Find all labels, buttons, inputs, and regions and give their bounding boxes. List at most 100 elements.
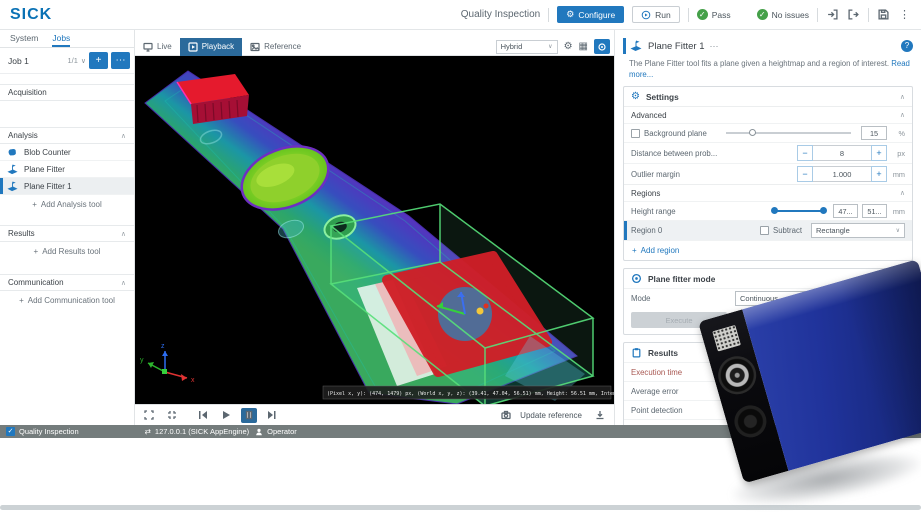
- layout-grid-icon[interactable]: ▦: [579, 42, 588, 52]
- camera-icon[interactable]: [498, 408, 514, 423]
- settings-header[interactable]: ⚙ Settings ∧: [624, 87, 912, 106]
- viewer-settings-gear-icon[interactable]: ⚙: [564, 42, 573, 52]
- page: SICK Quality Inspection ⚙ Configure Run …: [0, 0, 921, 517]
- outlier-stepper: − 1.000 +: [797, 166, 887, 182]
- view-orientation-button[interactable]: [594, 39, 610, 54]
- viewer: Live Playback Reference Hybrid ∨ ⚙ ▦: [135, 30, 614, 425]
- regions-header[interactable]: Regions ∧: [624, 184, 912, 201]
- playback-toolbar: Update reference: [135, 404, 614, 425]
- job-chevron-down-icon[interactable]: ∨: [81, 57, 86, 65]
- status-readout-text: (Pixel x, y): (474, 1479) px, (World x, …: [327, 391, 614, 397]
- chevron-up-icon[interactable]: ∧: [900, 189, 905, 197]
- play-button[interactable]: [218, 408, 234, 423]
- plane-fitter-icon: [629, 40, 643, 52]
- increment-button[interactable]: +: [871, 166, 887, 182]
- background-plane-checkbox[interactable]: [631, 129, 640, 138]
- section-communication[interactable]: Communication ∧: [0, 274, 134, 291]
- region-0-row[interactable]: Region 0 Subtract Rectangle ∨: [624, 220, 912, 240]
- increment-button[interactable]: +: [871, 145, 887, 161]
- panel-more-icon[interactable]: ⋯: [710, 41, 719, 52]
- chevron-up-icon[interactable]: ∧: [121, 230, 126, 238]
- decrement-button[interactable]: −: [797, 166, 813, 182]
- add-communication-tool-button[interactable]: + Add Communication tool: [0, 291, 134, 309]
- fit-view-icon[interactable]: [164, 408, 180, 423]
- fullscreen-icon[interactable]: [141, 408, 157, 423]
- display-mode-select[interactable]: Hybrid ∨: [496, 40, 558, 54]
- plus-icon: +: [32, 200, 37, 209]
- sidebar-item-plane-fitter[interactable]: Plane Fitter: [0, 161, 134, 178]
- help-icon[interactable]: ?: [901, 40, 913, 52]
- svg-text:x: x: [191, 377, 195, 384]
- chevron-up-icon[interactable]: ∧: [900, 93, 905, 101]
- divider: [868, 8, 869, 22]
- battery-terminal-icon: [731, 402, 771, 442]
- download-icon[interactable]: [592, 408, 608, 423]
- pause-button[interactable]: [241, 408, 257, 423]
- playback-icon: [188, 42, 198, 52]
- statusbar-user[interactable]: Operator: [267, 427, 297, 436]
- image-icon: [250, 42, 260, 52]
- plane-fitter-icon: [6, 164, 19, 175]
- tab-jobs[interactable]: Jobs: [52, 33, 70, 47]
- background-plane-slider[interactable]: [726, 132, 851, 134]
- decrement-button[interactable]: −: [797, 145, 813, 161]
- svg-text:z: z: [161, 343, 165, 350]
- section-analysis[interactable]: Analysis ∧: [0, 127, 134, 144]
- distance-row: Distance between prob... − 8 + px: [624, 142, 912, 163]
- statusbar-host: 127.0.0.1 (SICK AppEngine): [155, 427, 249, 436]
- tab-live[interactable]: Live: [135, 38, 180, 56]
- add-analysis-tool-button[interactable]: + Add Analysis tool: [0, 195, 134, 213]
- update-reference-button[interactable]: Update reference: [520, 411, 582, 420]
- subtract-checkbox[interactable]: [760, 226, 769, 235]
- advanced-header[interactable]: Advanced ∧: [624, 106, 912, 123]
- battery-product-photo: [640, 240, 921, 517]
- outlier-margin-row: Outlier margin − 1.000 + mm: [624, 163, 912, 184]
- no-issues-check-icon: ✓: [757, 9, 768, 20]
- svg-text:y: y: [140, 357, 144, 364]
- chevron-up-icon[interactable]: ∧: [900, 111, 905, 119]
- section-acquisition[interactable]: Acquisition: [0, 84, 134, 101]
- chevron-up-icon[interactable]: ∧: [121, 279, 126, 287]
- background-plane-value[interactable]: 15: [861, 126, 887, 140]
- run-button[interactable]: Run: [632, 6, 680, 23]
- divider: [688, 8, 689, 22]
- panel-description: The Plane Fitter tool fits a plane given…: [629, 59, 913, 80]
- axis-gizmo: x y z: [140, 343, 195, 384]
- tab-playback[interactable]: Playback: [180, 38, 242, 56]
- skip-to-start-button[interactable]: [195, 408, 211, 423]
- panel-title: Plane Fitter 1: [648, 41, 705, 52]
- sidebar-item-plane-fitter-1[interactable]: Plane Fitter 1: [0, 178, 134, 195]
- step-forward-button[interactable]: [264, 408, 280, 423]
- job-name[interactable]: Job 1: [8, 56, 64, 66]
- distance-value[interactable]: 8: [813, 145, 871, 161]
- section-results[interactable]: Results ∧: [0, 225, 134, 242]
- cursor-readout: (Pixel x, y): (474, 1479) px, (World x, …: [323, 386, 614, 399]
- height-range-max[interactable]: 51...: [862, 204, 887, 218]
- height-range-row: Height range 47... 51... mm: [624, 201, 912, 220]
- region-shape-select[interactable]: Rectangle ∨: [811, 223, 905, 238]
- run-icon: [641, 10, 651, 20]
- outlier-value[interactable]: 1.000: [813, 166, 871, 182]
- kebab-menu-icon[interactable]: ⋮: [898, 8, 911, 21]
- sick-logo: SICK: [10, 6, 52, 24]
- job-selector-row: Job 1 1/1 ∨ + ⋯: [0, 48, 134, 74]
- height-range-slider[interactable]: [773, 210, 825, 212]
- chevron-down-icon: ∨: [896, 227, 900, 234]
- pass-check-icon: ✓: [697, 9, 708, 20]
- plus-icon: +: [34, 247, 39, 256]
- sidebar-item-blob-counter[interactable]: Blob Counter: [0, 144, 134, 161]
- chevron-up-icon[interactable]: ∧: [121, 132, 126, 140]
- sign-in-icon[interactable]: [826, 8, 839, 21]
- background-plane-row: Background plane 15 %: [624, 123, 912, 142]
- save-icon[interactable]: [877, 8, 890, 21]
- tab-reference[interactable]: Reference: [242, 38, 309, 56]
- add-results-tool-button[interactable]: + Add Results tool: [0, 242, 134, 260]
- sign-out-icon[interactable]: [847, 8, 860, 21]
- configure-button[interactable]: ⚙ Configure: [557, 6, 624, 23]
- add-job-button[interactable]: +: [89, 52, 108, 69]
- pointcloud-3d-view[interactable]: x y z (Pixel x, y): (474, 1479) px, (Wor…: [135, 56, 614, 404]
- job-more-button[interactable]: ⋯: [111, 52, 130, 69]
- height-range-min[interactable]: 47...: [833, 204, 858, 218]
- tab-system[interactable]: System: [10, 33, 38, 47]
- app-title: Quality Inspection: [461, 9, 541, 20]
